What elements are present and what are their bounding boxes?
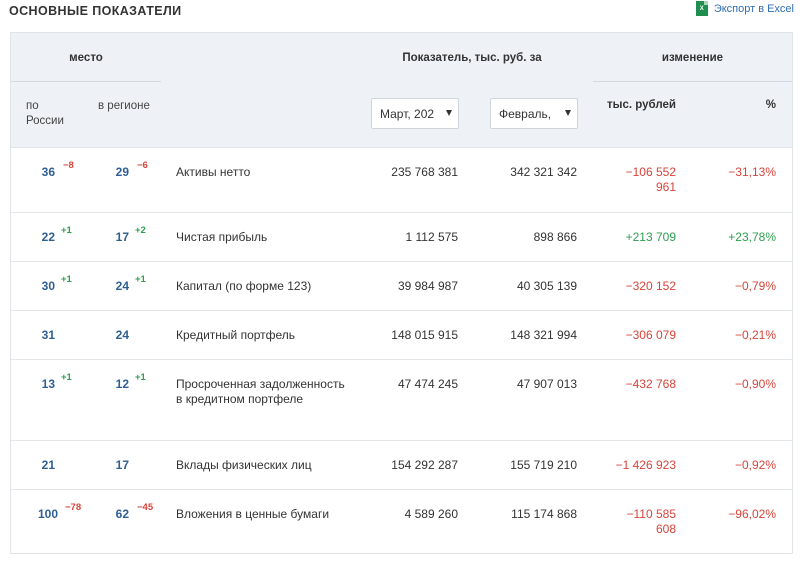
table-row: 31 24 Кредитный портфель 148 015 915 148…	[11, 310, 792, 359]
value-period2: 148 321 994	[510, 328, 577, 342]
value-period1: 235 768 381	[391, 165, 458, 179]
export-excel-button[interactable]: X Экспорт в Excel	[695, 1, 794, 16]
table-row: 36 −8 29 −6 Активы нетто 235 768 381 342…	[11, 147, 792, 212]
section-title: ОСНОВНЫЕ ПОКАЗАТЕЛИ	[9, 4, 182, 18]
rank-region-delta: −6	[137, 160, 148, 171]
export-excel-link[interactable]: Экспорт в Excel	[714, 3, 794, 15]
value-period2: 342 321 342	[510, 165, 577, 179]
table-header: место Показатель, тыс. руб. за изменение…	[11, 33, 792, 147]
value-period1: 148 015 915	[391, 328, 458, 342]
change-rub: −110 585 608	[626, 507, 677, 536]
header-pokazatel: Показатель, тыс. руб. за	[402, 52, 542, 64]
change-rub: −432 768	[625, 377, 676, 391]
table-row: 30 +1 24 +1 Капитал (по форме 123) 39 98…	[11, 261, 792, 310]
rank-region-delta: +2	[135, 225, 146, 236]
chevron-down-icon[interactable]	[446, 110, 452, 116]
period1-select[interactable]: Март, 202	[371, 98, 459, 129]
header-percent: %	[765, 99, 776, 111]
change-percent: −31,13%	[728, 165, 776, 179]
indicator-name: Вложения в ценные бумаги	[176, 507, 330, 521]
rank-russia: 21	[41, 458, 55, 472]
rank-region-delta: −45	[137, 502, 154, 513]
change-rub: −1 426 923	[615, 458, 676, 472]
change-percent: −0,90%	[734, 377, 776, 391]
value-period2: 40 305 139	[516, 279, 577, 293]
rank-region: 17	[115, 458, 129, 472]
indicators-table: место Показатель, тыс. руб. за изменение…	[10, 32, 793, 554]
rank-region: 24	[115, 328, 129, 342]
change-rub: +213 709	[625, 230, 676, 244]
rank-region-delta: +1	[135, 372, 146, 383]
value-period1: 47 474 245	[397, 377, 458, 391]
header-izmenenie: изменение	[661, 52, 724, 64]
rank-russia: 13	[41, 377, 55, 391]
excel-icon[interactable]: X	[695, 1, 708, 16]
top-bar: ОСНОВНЫЕ ПОКАЗАТЕЛИ X Экспорт в Excel	[0, 0, 804, 28]
value-period2: 115 174 868	[511, 507, 577, 521]
indicator-name: Активы нетто	[176, 165, 251, 179]
rank-russia: 36	[41, 165, 55, 179]
value-period2: 47 907 013	[516, 377, 577, 391]
period1-value: Март, 202	[380, 107, 435, 121]
rank-russia-delta: −78	[65, 502, 82, 513]
rank-region: 17	[115, 230, 129, 244]
indicator-name: Чистая прибыль	[176, 230, 268, 244]
header-po-rossii: по России	[26, 100, 64, 127]
rank-russia-delta: +1	[61, 274, 72, 285]
header-tys-rublei: тыс. рублей	[607, 99, 676, 111]
table-row: 13 +1 12 +1 Просроченная задолженность в…	[11, 359, 792, 440]
indicator-name: Вклады физических лиц	[176, 458, 312, 472]
table-row: 100 −78 62 −45 Вложения в ценные бумаги …	[11, 489, 792, 554]
change-percent: −0,21%	[734, 328, 776, 342]
rank-region: 29	[115, 165, 129, 179]
change-rub: −320 152	[625, 279, 676, 293]
value-period2: 155 719 210	[510, 458, 577, 472]
rank-russia: 31	[41, 328, 55, 342]
value-period1: 154 292 287	[391, 458, 458, 472]
table-row: 22 +1 17 +2 Чистая прибыль 1 112 575 898…	[11, 212, 792, 261]
value-period1: 4 589 260	[404, 507, 458, 521]
rank-region: 62	[115, 507, 129, 521]
rank-region: 12	[115, 377, 129, 391]
change-rub: −106 552 961	[625, 165, 676, 194]
rank-russia-delta: −8	[63, 160, 74, 171]
indicator-name: Просроченная задолженность в кредитном п…	[176, 377, 345, 406]
change-percent: −96,02%	[728, 507, 776, 521]
period2-value: Февраль,	[499, 107, 552, 121]
rank-region: 24	[115, 279, 129, 293]
rank-russia-delta: +1	[61, 372, 72, 383]
indicator-name: Капитал (по форме 123)	[176, 279, 312, 293]
rank-russia: 30	[41, 279, 55, 293]
value-period2: 898 866	[533, 230, 577, 244]
chevron-down-icon[interactable]	[565, 110, 571, 116]
table-row: 21 17 Вклады физических лиц 154 292 287 …	[11, 440, 792, 489]
header-v-regione: в регионе	[98, 100, 150, 112]
value-period1: 1 112 575	[405, 230, 459, 244]
indicator-name: Кредитный портфель	[176, 328, 296, 342]
rank-russia: 100	[37, 507, 58, 521]
change-percent: −0,79%	[734, 279, 776, 293]
header-divider	[593, 81, 792, 82]
rank-region-delta: +1	[135, 274, 146, 285]
change-percent: +23,78%	[728, 230, 776, 244]
change-rub: −306 079	[625, 328, 676, 342]
period2-select[interactable]: Февраль,	[490, 98, 578, 129]
value-period1: 39 984 987	[397, 279, 458, 293]
change-percent: −0,92%	[734, 458, 776, 472]
header-mesto: место	[69, 52, 103, 64]
rank-russia: 22	[41, 230, 55, 244]
rank-russia-delta: +1	[61, 225, 72, 236]
header-divider	[11, 81, 161, 82]
